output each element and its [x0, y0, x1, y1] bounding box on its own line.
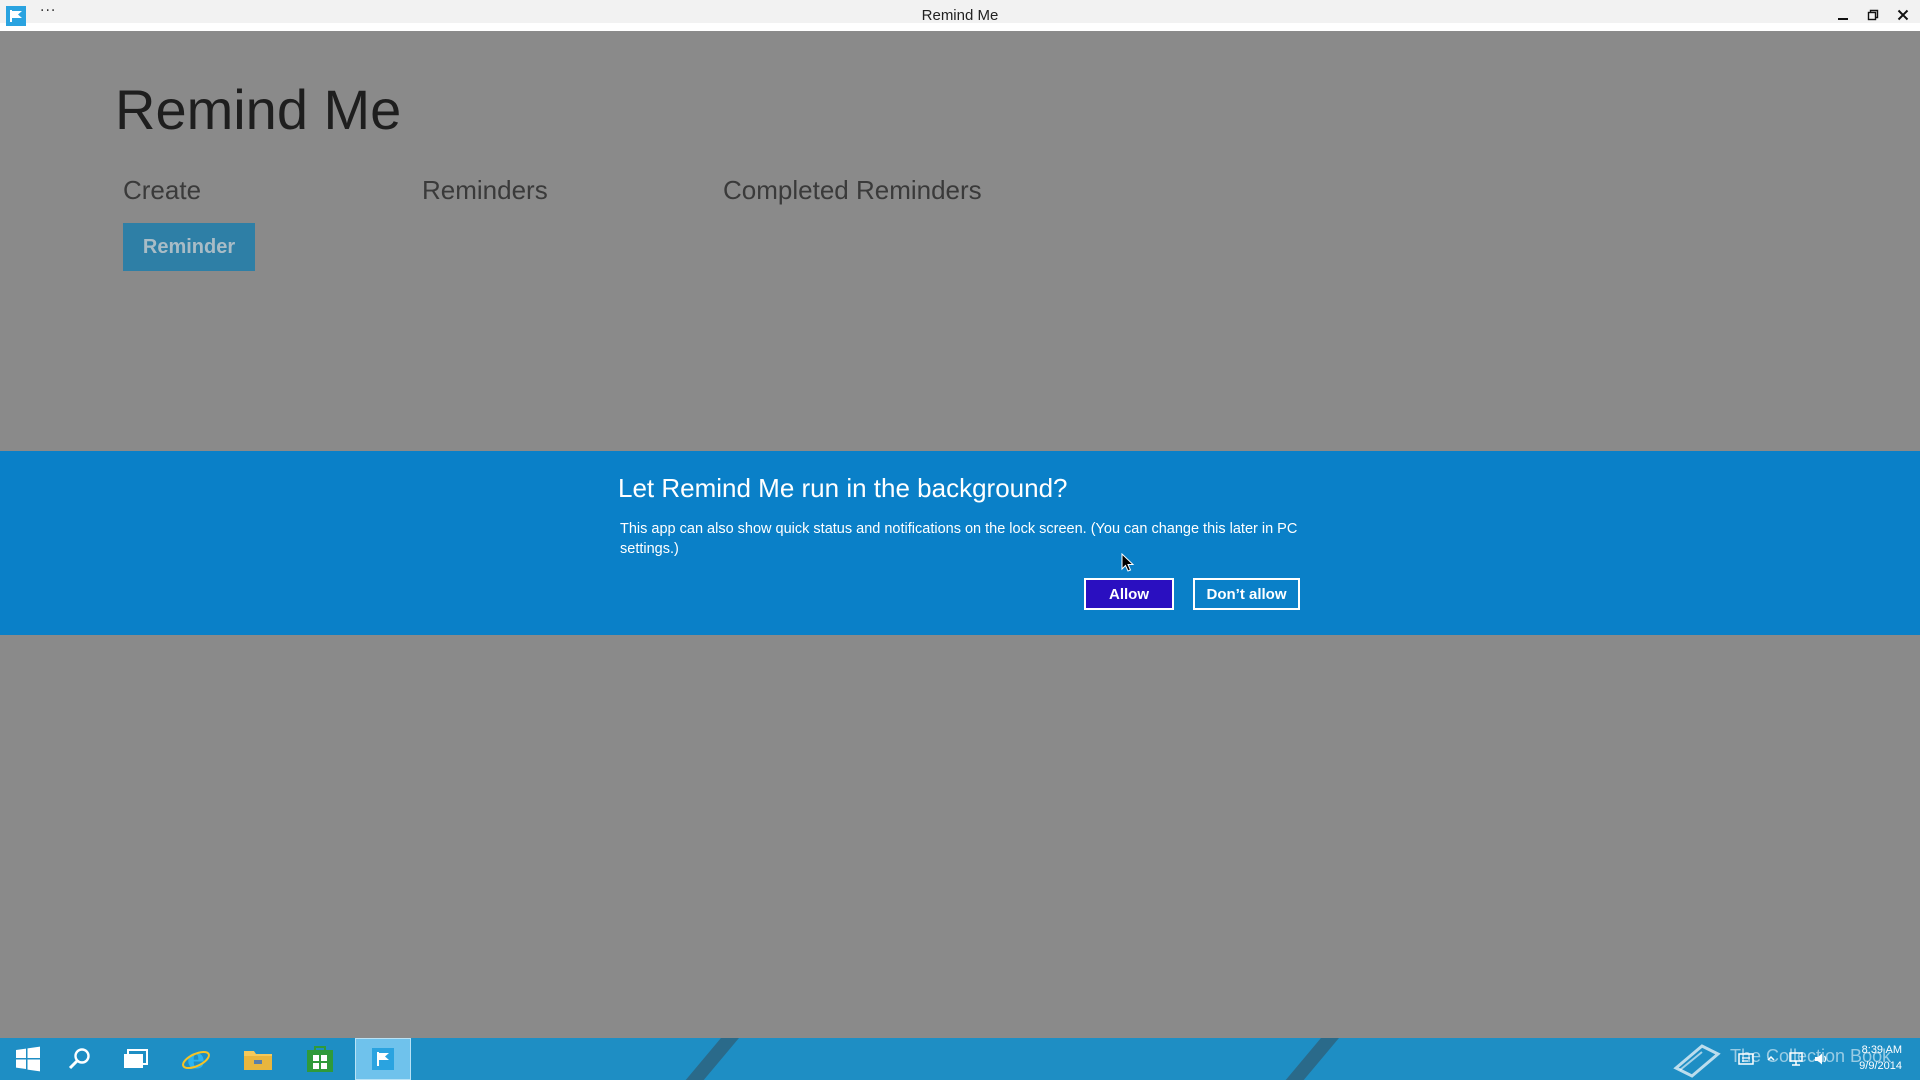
- svg-text:e: e: [187, 1044, 205, 1074]
- show-hidden-icons-icon[interactable]: [1766, 1054, 1776, 1064]
- task-view-icon: [124, 1049, 148, 1068]
- restore-icon: [1867, 9, 1879, 21]
- windows-logo-icon: [16, 1046, 40, 1072]
- restore-button[interactable]: [1860, 4, 1886, 26]
- background-permission-dialog: Let Remind Me run in the background? Thi…: [0, 451, 1920, 635]
- create-section-header: Create: [123, 175, 202, 205]
- minimize-button[interactable]: [1830, 4, 1856, 26]
- store-button[interactable]: [292, 1038, 348, 1080]
- dialog-title: Let Remind Me run in the background?: [618, 473, 1068, 503]
- remind-me-flag-icon: [372, 1048, 394, 1070]
- taskbar-stripe: [1270, 1038, 1348, 1080]
- file-explorer-button[interactable]: [230, 1038, 286, 1080]
- allow-button[interactable]: Allow: [1084, 578, 1174, 610]
- search-icon: [68, 1048, 90, 1070]
- book-icon: [1673, 1044, 1721, 1078]
- dont-allow-button[interactable]: Don’t allow: [1193, 578, 1300, 610]
- completed-reminders-section-header: Completed Reminders: [723, 175, 982, 205]
- create-reminder-button[interactable]: Reminder: [123, 223, 255, 271]
- page-title: Remind Me: [115, 78, 402, 141]
- internet-explorer-button[interactable]: e: [168, 1038, 224, 1080]
- minimize-icon: [1838, 18, 1848, 20]
- close-icon: [1897, 9, 1909, 21]
- taskbar: e The Collection Book 8:39 AM 9/9/2014: [0, 1038, 1920, 1080]
- system-tray: [1738, 1038, 1830, 1080]
- reminders-section-header: Reminders: [422, 175, 548, 205]
- volume-icon[interactable]: [1814, 1052, 1830, 1066]
- close-button[interactable]: [1890, 4, 1916, 26]
- clock-time: 8:39 AM: [1861, 1044, 1902, 1056]
- window-title: Remind Me: [921, 7, 999, 24]
- task-view-button[interactable]: [108, 1038, 164, 1080]
- clock-date: 9/9/2014: [1859, 1060, 1902, 1072]
- action-center-icon[interactable]: [1738, 1052, 1754, 1066]
- start-button[interactable]: [0, 1038, 56, 1080]
- mouse-cursor-icon: [1121, 553, 1135, 572]
- internet-explorer-icon: e: [182, 1044, 210, 1074]
- network-icon[interactable]: [1788, 1052, 1804, 1066]
- clock[interactable]: 8:39 AM 9/9/2014: [1859, 1042, 1902, 1074]
- search-button[interactable]: [52, 1038, 108, 1080]
- folder-icon: [244, 1051, 272, 1070]
- taskbar-stripe: [670, 1038, 748, 1080]
- dialog-message: This app can also show quick status and …: [620, 521, 1298, 557]
- remind-me-taskbar-button[interactable]: [355, 1038, 411, 1080]
- store-icon: [307, 1046, 333, 1072]
- title-bar: ··· Remind Me: [0, 0, 1920, 31]
